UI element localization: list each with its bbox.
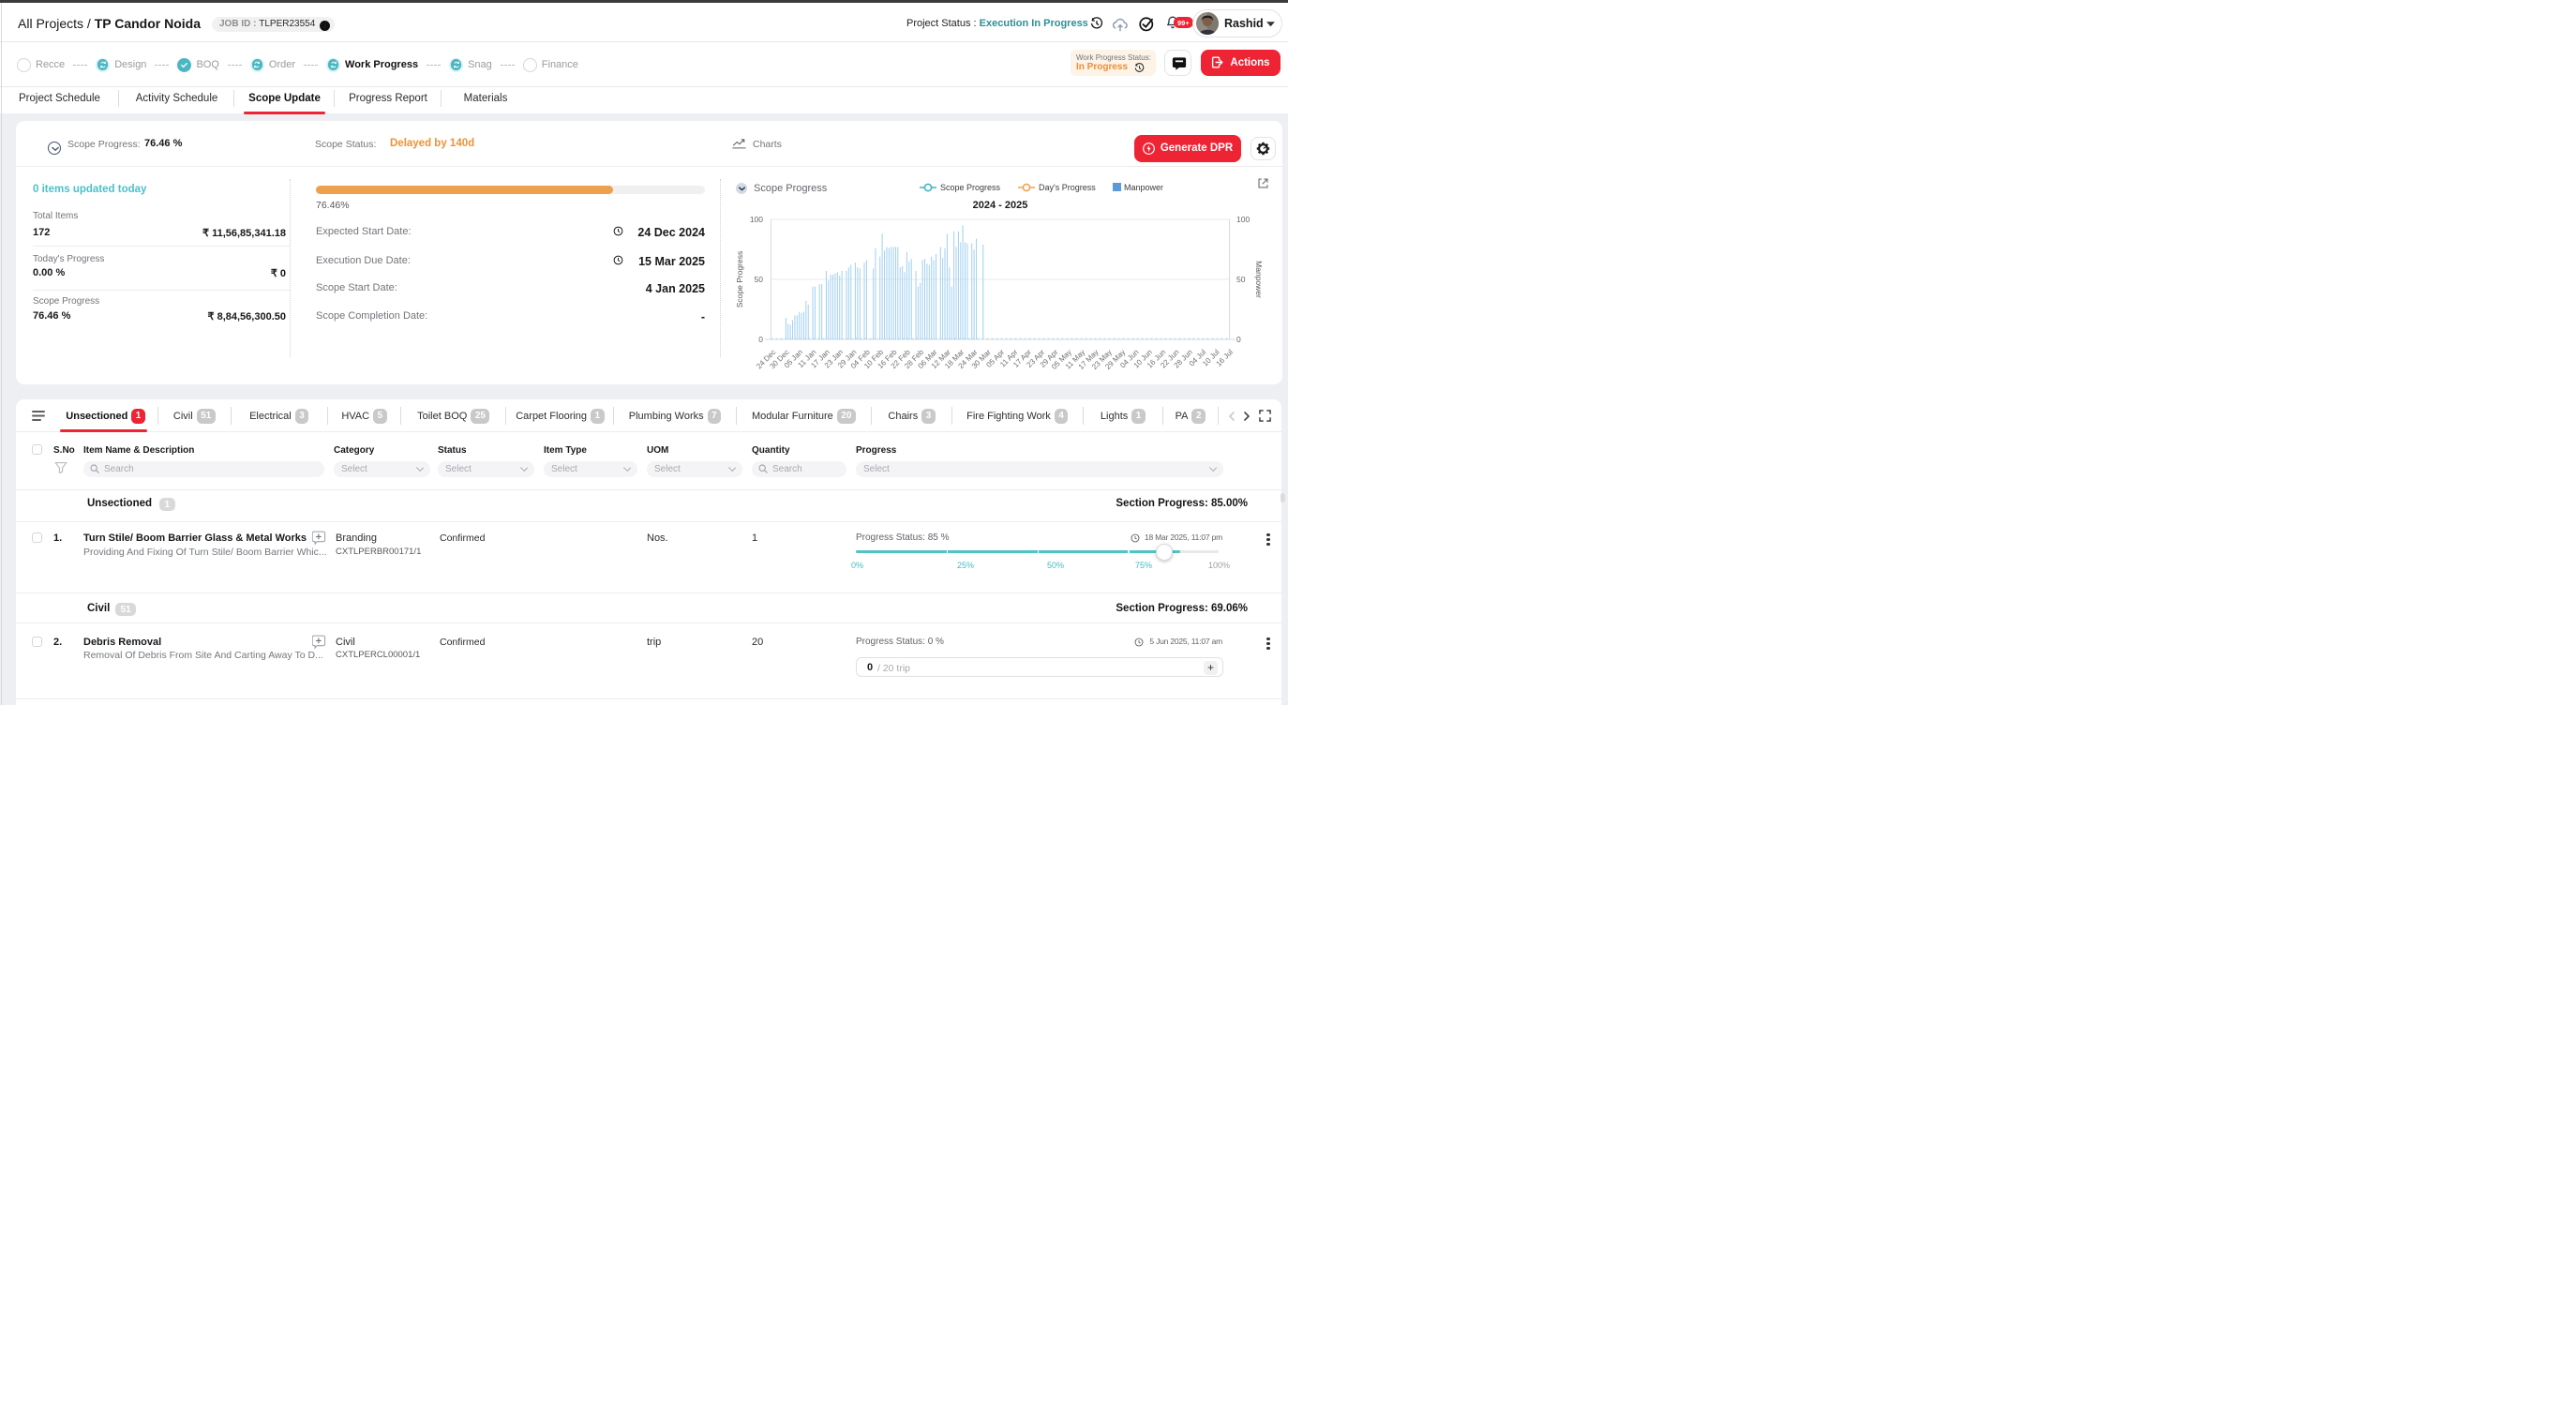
svg-text:2024 - 2025: 2024 - 2025 bbox=[973, 200, 1028, 211]
svg-text:Scope Progress: Scope Progress bbox=[940, 183, 1001, 192]
svg-text:0: 0 bbox=[1236, 335, 1241, 344]
svg-text:Manpower: Manpower bbox=[1124, 183, 1163, 192]
svg-text:50: 50 bbox=[755, 275, 764, 284]
svg-text:Manpower: Manpower bbox=[1254, 261, 1264, 298]
svg-text:0: 0 bbox=[758, 335, 763, 344]
svg-text:100: 100 bbox=[750, 215, 763, 224]
svg-text:100: 100 bbox=[1236, 215, 1250, 224]
svg-text:50: 50 bbox=[1236, 275, 1246, 284]
svg-text:Day's Progress: Day's Progress bbox=[1039, 183, 1096, 192]
svg-text:Scope Progress: Scope Progress bbox=[735, 251, 744, 308]
